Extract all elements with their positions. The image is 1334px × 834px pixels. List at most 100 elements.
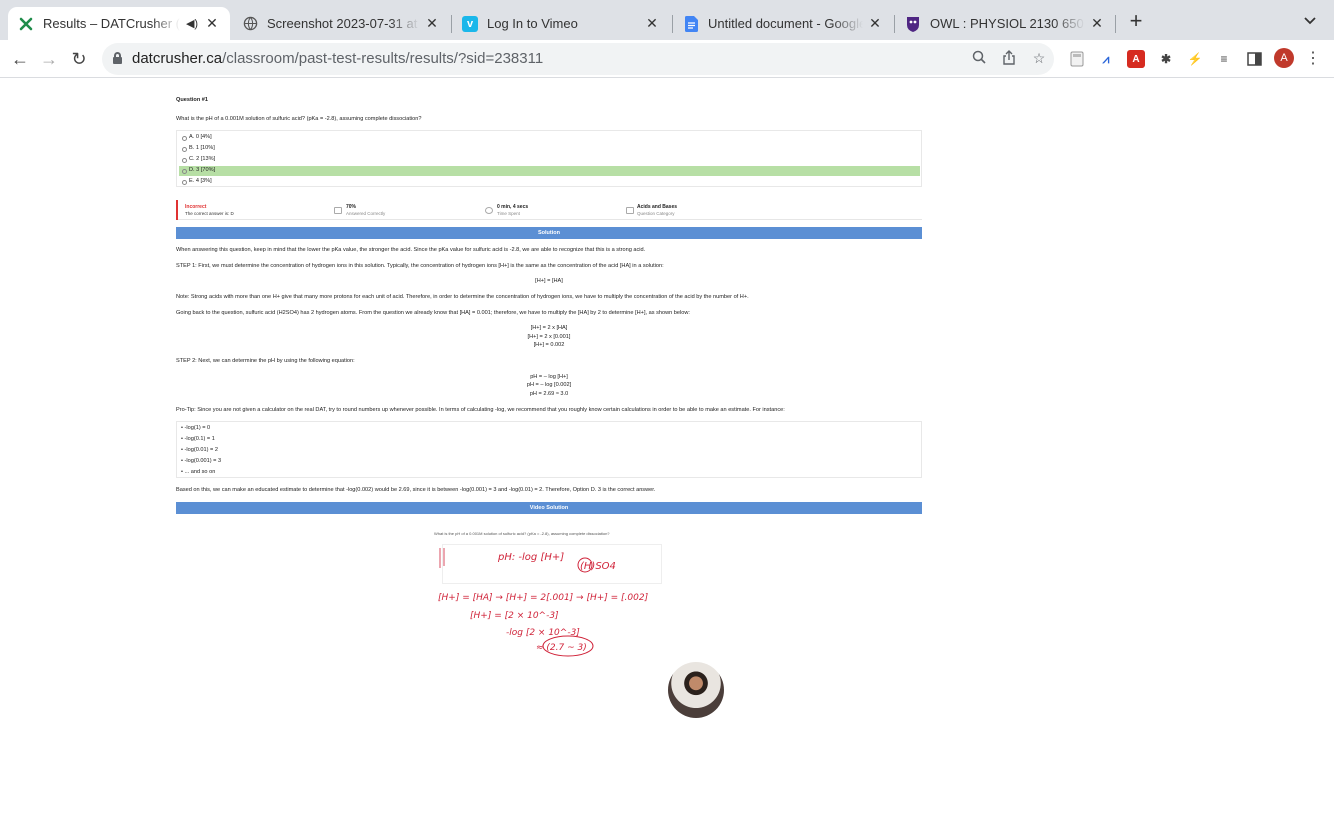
- tab-separator: [1115, 15, 1116, 33]
- category-value: Acids and Bases: [637, 204, 678, 210]
- tab-strip: Results – DATCrusher (Can ◀) ✕ Screensho…: [0, 0, 1334, 40]
- forward-button[interactable]: →: [38, 48, 60, 70]
- category-label: Question Category: [637, 211, 675, 216]
- address-bar[interactable]: datcrusher.ca/classroom/past-test-result…: [102, 43, 1054, 75]
- option-c[interactable]: C. 2 [13%]: [179, 155, 920, 165]
- tab-title: Results – DATCrusher (Can: [43, 16, 180, 31]
- pdf-extension-icon[interactable]: A: [1127, 50, 1145, 68]
- question-text: What is the pH of a 0.001M solution of s…: [176, 116, 422, 122]
- audio-extension-icon[interactable]: ⩘: [1097, 50, 1115, 68]
- bookmark-star-icon[interactable]: ☆: [1030, 50, 1048, 67]
- answer-options: A. 0 [4%] B. 1 [10%] C. 2 [13%] D. 3 [70…: [176, 130, 922, 187]
- lock-icon: [113, 52, 122, 65]
- equation-3-line: pH = 2.69 ≈ 3.0: [529, 391, 569, 397]
- chart-icon: [334, 207, 342, 214]
- time-label: Time Spent: [497, 211, 520, 216]
- share-icon[interactable]: [1000, 50, 1018, 68]
- equation-3-line: pH = – log [H+]: [530, 374, 568, 380]
- profile-avatar[interactable]: A: [1274, 48, 1294, 68]
- tab-vimeo[interactable]: v Log In to Vimeo ✕: [452, 7, 670, 40]
- menu-kebab-icon[interactable]: ⋮: [1305, 48, 1321, 68]
- solution-going-back: Going back to the question, sulfuric aci…: [176, 310, 690, 316]
- option-d[interactable]: D. 3 [70%]: [179, 166, 920, 176]
- url-text[interactable]: datcrusher.ca/classroom/past-test-result…: [132, 50, 543, 67]
- close-tab-icon[interactable]: ✕: [204, 15, 220, 32]
- performance-icon[interactable]: ⚡: [1186, 50, 1204, 68]
- owl-icon: [905, 16, 921, 32]
- percent-correct: 70% Answered Correctly: [346, 204, 385, 217]
- reload-button[interactable]: ↻: [68, 48, 90, 70]
- tab-owl[interactable]: OWL : PHYSIOL 2130 650 SU2 ✕: [895, 7, 1115, 40]
- media-control-icon[interactable]: ≡: [1215, 50, 1233, 68]
- radio-icon: [182, 168, 187, 174]
- percent-value: 70%: [346, 204, 357, 210]
- video-player[interactable]: What is the pH of a 0.001M solution of s…: [372, 524, 724, 722]
- option-label: C. 2 [13%]: [189, 156, 216, 163]
- result-stats: Incorrect The correct answer is: D 70% A…: [176, 200, 922, 220]
- folder-icon: [626, 207, 634, 214]
- radio-icon: [182, 135, 187, 141]
- back-button[interactable]: ←: [9, 48, 31, 70]
- side-panel-icon[interactable]: [1245, 50, 1263, 68]
- extensions-puzzle-icon[interactable]: ✱: [1157, 50, 1175, 68]
- handwriting-line: (H)SO4: [580, 561, 616, 572]
- percent-label: Answered Correctly: [346, 211, 386, 216]
- equation-2-line: [H+] = 0.002: [533, 342, 565, 348]
- tip-item: • -log(0.01) = 2: [181, 447, 218, 453]
- globe-icon: [242, 16, 258, 32]
- solution-protip: Pro-Tip: Since you are not given a calcu…: [176, 407, 785, 413]
- close-tab-icon[interactable]: ✕: [644, 15, 660, 32]
- tab-datcrusher[interactable]: Results – DATCrusher (Can ◀) ✕: [8, 7, 230, 40]
- zoom-icon[interactable]: [970, 50, 988, 67]
- video-solution-header: Video Solution: [176, 502, 922, 514]
- question-category: Acids and Bases Question Category: [637, 204, 677, 217]
- handwriting-line: [H+] = [2 × 10^-3]: [470, 611, 559, 621]
- solution-step1: STEP 1: First, we must determine the con…: [176, 263, 664, 269]
- radio-icon: [182, 146, 187, 152]
- tab-title: Untitled document - Google Do: [708, 16, 863, 31]
- option-b[interactable]: B. 1 [10%]: [179, 144, 920, 154]
- solution-header: Solution: [176, 227, 922, 239]
- equation-2-line: [H+] = 2 x [HA]: [530, 325, 568, 331]
- speaker-icon[interactable]: ◀): [184, 17, 200, 30]
- option-label: B. 1 [10%]: [189, 145, 215, 152]
- solution-conclusion: Based on this, we can make an educated e…: [176, 487, 656, 493]
- tab-screenshot[interactable]: Screenshot 2023-07-31 at 5.0 ✕: [232, 7, 450, 40]
- close-tab-icon[interactable]: ✕: [867, 15, 883, 32]
- calculator-extension-icon[interactable]: [1068, 50, 1086, 68]
- datcrusher-icon: [18, 16, 34, 32]
- equation-1: [H+] = [HA]: [535, 278, 563, 284]
- vimeo-icon: v: [462, 15, 478, 32]
- google-docs-icon: [683, 15, 699, 32]
- tip-item: • -log(0.001) = 3: [181, 458, 222, 464]
- correct-answer-text: The correct answer is: D: [185, 211, 234, 216]
- result-status: Incorrect The correct answer is: D: [185, 204, 234, 217]
- radio-icon: [182, 157, 187, 163]
- tab-search-icon[interactable]: [1304, 13, 1316, 28]
- tab-title: Screenshot 2023-07-31 at 5.0: [267, 16, 420, 31]
- radio-icon: [182, 179, 187, 185]
- tab-title: Log In to Vimeo: [487, 16, 578, 31]
- tip-item: • -log(0.1) = 1: [181, 436, 215, 442]
- new-tab-button[interactable]: +: [1125, 10, 1147, 34]
- solution-intro: When answering this question, keep in mi…: [176, 247, 646, 253]
- solution-note: Note: Strong acids with more than one H+…: [176, 294, 749, 300]
- close-tab-icon[interactable]: ✕: [1089, 15, 1105, 32]
- option-label: E. 4 [3%]: [189, 178, 212, 185]
- question-number: Question #1: [176, 97, 209, 103]
- tab-title: OWL : PHYSIOL 2130 650 SU2: [930, 16, 1085, 31]
- tab-google-docs[interactable]: Untitled document - Google Do ✕: [673, 7, 893, 40]
- close-tab-icon[interactable]: ✕: [424, 15, 440, 32]
- tip-item: • -log(1) = 0: [181, 425, 211, 431]
- solution-step2: STEP 2: Next, we can determine the pH by…: [176, 358, 355, 364]
- option-label: D. 3 [70%]: [189, 167, 216, 174]
- browser-toolbar: ← → ↻ datcrusher.ca/classroom/past-test-…: [0, 40, 1334, 78]
- option-e[interactable]: E. 4 [3%]: [179, 177, 920, 187]
- handwriting-line: [H+] = [HA] → [H+] = 2[.001] → [H+] = [.…: [438, 593, 649, 603]
- equation-3-line: pH = – log [0.002]: [526, 382, 572, 388]
- tips-list: • -log(1) = 0 • -log(0.1) = 1 • -log(0.0…: [176, 421, 922, 478]
- tip-item: • ... and so on: [181, 469, 216, 475]
- option-a[interactable]: A. 0 [4%]: [179, 133, 920, 143]
- status-text: Incorrect: [185, 204, 207, 210]
- equation-2-line: [H+] = 2 x [0.001]: [527, 334, 571, 340]
